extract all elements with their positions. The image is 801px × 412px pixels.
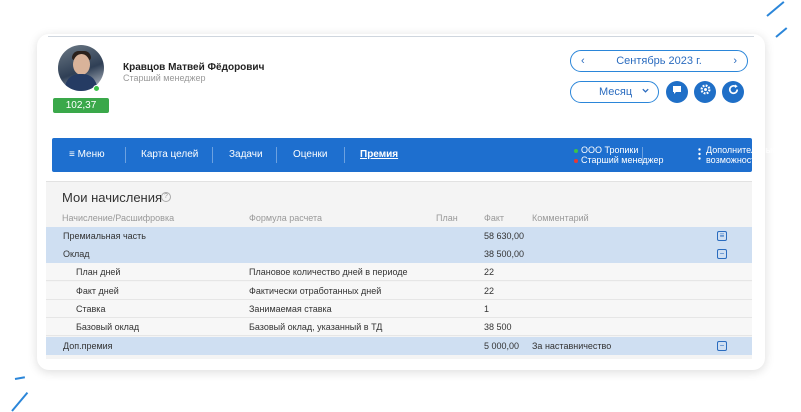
decor-stroke: [766, 1, 785, 17]
org-role: Старший менеджер: [581, 155, 664, 165]
chevron-down-icon: [641, 86, 650, 98]
org-info[interactable]: ООО Тропики Старший менеджер: [574, 145, 664, 165]
row-name: Оклад: [63, 249, 90, 259]
row-fact: 22: [484, 267, 495, 277]
row-name: Базовый оклад: [76, 322, 140, 332]
org-name: ООО Тропики: [581, 145, 639, 155]
row-comment: За наставничество: [532, 341, 612, 351]
user-role: Старший менеджер: [123, 73, 206, 83]
col-header-comment[interactable]: Комментарий: [532, 213, 589, 223]
period-type-value: Месяц: [599, 86, 633, 98]
prev-month-button[interactable]: ‹: [581, 55, 585, 67]
decor-stroke: [775, 27, 788, 38]
decor-stroke: [14, 376, 26, 380]
row-formula: Занимаемая ставка: [249, 304, 332, 314]
current-month-label: Сентябрь 2023 г.: [616, 55, 702, 67]
role-status-dot: [574, 158, 578, 163]
kebab-icon: [698, 148, 701, 162]
nav-tasks[interactable]: Задачи: [229, 138, 263, 172]
row-name: Доп.премия: [63, 341, 113, 351]
row-formula: Плановое количество дней в периоде: [249, 267, 408, 277]
chat-button[interactable]: [666, 81, 688, 103]
period-type-select[interactable]: Месяц: [570, 81, 659, 103]
row-formula: Базовый оклад, указанный в ТД: [249, 322, 383, 332]
refresh-button[interactable]: [722, 81, 744, 103]
table-row: Ставка Занимаемая ставка 1: [46, 300, 752, 318]
decor-stroke: [11, 391, 29, 412]
col-header-fact[interactable]: Факт: [484, 213, 504, 223]
row-name: Факт дней: [76, 286, 119, 296]
collapse-toggle-icon[interactable]: −: [717, 341, 727, 351]
online-status-indicator: [93, 85, 100, 92]
score-badge: 102,37: [53, 98, 109, 113]
chat-icon: [671, 83, 683, 101]
settings-button[interactable]: [694, 81, 716, 103]
row-name: Ставка: [76, 304, 106, 314]
more-options-line1: Дополнительные: [706, 145, 778, 155]
row-fact: 1: [484, 304, 490, 314]
top-divider: [48, 36, 754, 37]
row-formula: Фактически отработанных дней: [249, 286, 382, 296]
table-row[interactable]: Оклад 38 500,00 −: [46, 245, 752, 263]
more-options-line2: возможности: [706, 155, 761, 165]
row-fact: 38 500,00: [484, 249, 525, 259]
table-row: Факт дней Фактически отработанных дней 2…: [46, 282, 752, 300]
details-toggle-icon[interactable]: ≡: [717, 231, 727, 241]
table-row: Базовый оклад Базовый оклад, указанный в…: [46, 318, 752, 336]
col-header-accrual[interactable]: Начисление/Расшифровка: [62, 213, 174, 223]
main-navbar: ≡ Меню Карта целей Задачи Оценки Премия …: [52, 138, 777, 172]
collapse-toggle-icon[interactable]: −: [717, 249, 727, 259]
nav-bonus[interactable]: Премия: [360, 138, 398, 172]
org-status-dot: [574, 148, 578, 153]
nav-menu[interactable]: ≡ Меню: [69, 138, 105, 172]
row-fact: 58 630,00: [484, 231, 525, 241]
next-month-button[interactable]: ›: [733, 55, 737, 67]
row-fact: 38 500: [484, 322, 512, 332]
row-name: План дней: [76, 267, 121, 277]
col-header-plan[interactable]: План: [436, 213, 458, 223]
refresh-icon: [727, 83, 740, 101]
nav-ratings[interactable]: Оценки: [293, 138, 327, 172]
row-fact: 5 000,00: [484, 341, 520, 351]
row-fact: 22: [484, 286, 495, 296]
table-row: План дней Плановое количество дней в пер…: [46, 263, 752, 281]
month-navigator: ‹ Сентябрь 2023 г. ›: [570, 50, 748, 72]
panel-title: Мои начисления: [62, 190, 163, 205]
table-row[interactable]: Доп.премия 5 000,00 За наставничество −: [46, 337, 752, 355]
gear-icon: [699, 83, 712, 101]
nav-goals-map[interactable]: Карта целей: [141, 138, 198, 172]
col-header-formula[interactable]: Формула расчета: [249, 213, 322, 223]
user-name: Кравцов Матвей Фёдорович: [123, 62, 265, 73]
more-options-button[interactable]: Дополнительные возможности: [698, 145, 778, 165]
help-icon[interactable]: ?: [161, 192, 171, 202]
row-name: Премиальная часть: [63, 231, 146, 241]
table-row[interactable]: Премиальная часть 58 630,00 ≡: [46, 227, 752, 245]
